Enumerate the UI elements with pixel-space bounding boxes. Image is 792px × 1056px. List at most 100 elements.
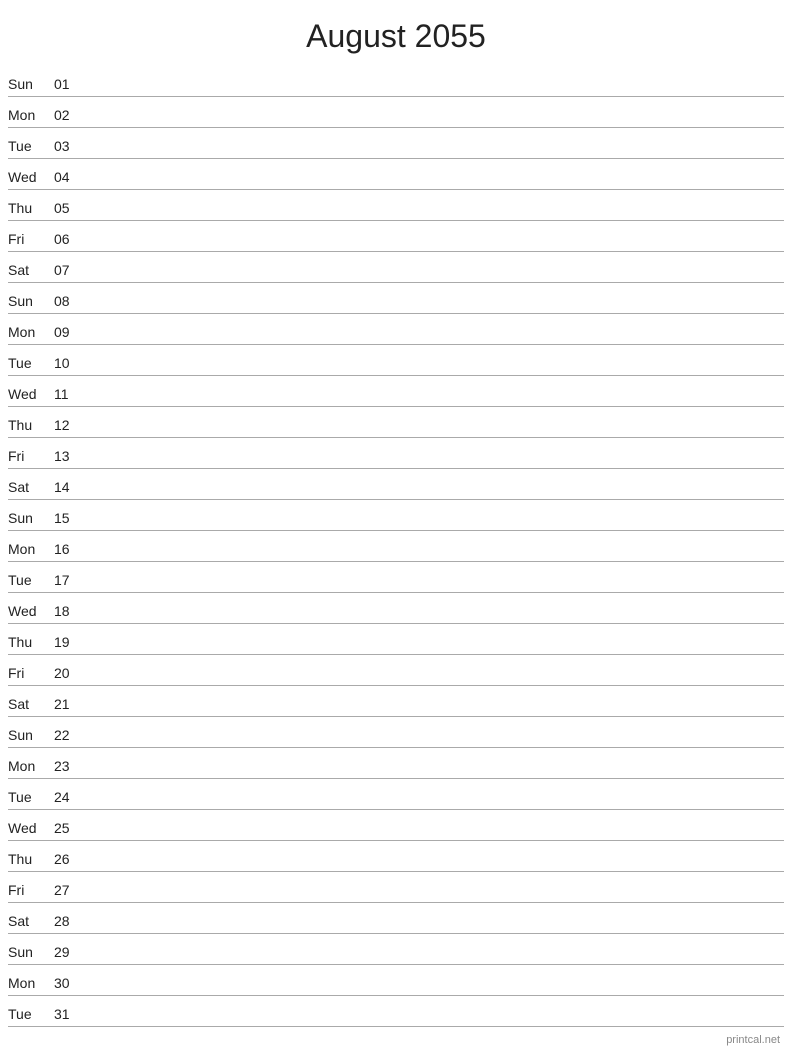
day-row: Sun29 [8,935,784,965]
day-row: Sun08 [8,284,784,314]
day-number: 06 [54,231,82,249]
day-line [82,279,784,280]
day-name: Tue [8,789,54,807]
day-number: 23 [54,758,82,776]
day-name: Wed [8,386,54,404]
day-line [82,744,784,745]
day-name: Fri [8,448,54,466]
day-name: Mon [8,324,54,342]
day-line [82,93,784,94]
day-name: Sun [8,293,54,311]
day-number: 05 [54,200,82,218]
day-line [82,496,784,497]
day-number: 15 [54,510,82,528]
day-row: Tue03 [8,129,784,159]
day-row: Sun15 [8,501,784,531]
day-name: Sat [8,913,54,931]
day-name: Fri [8,665,54,683]
day-line [82,868,784,869]
day-number: 28 [54,913,82,931]
day-number: 26 [54,851,82,869]
day-line [82,992,784,993]
day-row: Sat07 [8,253,784,283]
day-name: Tue [8,572,54,590]
day-row: Mon09 [8,315,784,345]
day-row: Thu26 [8,842,784,872]
day-number: 17 [54,572,82,590]
day-row: Wed18 [8,594,784,624]
day-line [82,589,784,590]
day-number: 21 [54,696,82,714]
day-number: 01 [54,76,82,94]
day-number: 02 [54,107,82,125]
day-row: Wed25 [8,811,784,841]
day-number: 10 [54,355,82,373]
day-line [82,217,784,218]
day-row: Wed11 [8,377,784,407]
day-row: Tue31 [8,997,784,1027]
day-line [82,806,784,807]
day-row: Thu19 [8,625,784,655]
day-name: Tue [8,138,54,156]
day-row: Sat21 [8,687,784,717]
day-number: 25 [54,820,82,838]
day-line [82,527,784,528]
day-number: 12 [54,417,82,435]
day-number: 16 [54,541,82,559]
day-line [82,155,784,156]
day-number: 29 [54,944,82,962]
day-row: Fri13 [8,439,784,469]
day-line [82,682,784,683]
day-name: Wed [8,603,54,621]
day-name: Sat [8,696,54,714]
day-line [82,651,784,652]
day-name: Sun [8,944,54,962]
day-line [82,961,784,962]
day-line [82,248,784,249]
day-row: Tue10 [8,346,784,376]
day-row: Mon02 [8,98,784,128]
day-name: Wed [8,820,54,838]
day-line [82,186,784,187]
day-line [82,1023,784,1024]
calendar-list: Sun01Mon02Tue03Wed04Thu05Fri06Sat07Sun08… [0,67,792,1027]
day-name: Mon [8,975,54,993]
day-line [82,310,784,311]
day-line [82,372,784,373]
day-name: Thu [8,634,54,652]
day-number: 22 [54,727,82,745]
day-name: Tue [8,355,54,373]
day-row: Sun01 [8,67,784,97]
day-name: Sat [8,262,54,280]
day-number: 31 [54,1006,82,1024]
day-line [82,713,784,714]
day-row: Thu05 [8,191,784,221]
day-row: Mon23 [8,749,784,779]
day-name: Wed [8,169,54,187]
day-line [82,341,784,342]
day-number: 04 [54,169,82,187]
day-number: 09 [54,324,82,342]
day-line [82,775,784,776]
day-name: Mon [8,758,54,776]
day-name: Thu [8,417,54,435]
day-row: Fri06 [8,222,784,252]
day-number: 24 [54,789,82,807]
day-line [82,620,784,621]
day-number: 20 [54,665,82,683]
page-title: August 2055 [0,0,792,67]
day-row: Wed04 [8,160,784,190]
day-line [82,899,784,900]
day-number: 27 [54,882,82,900]
day-row: Fri27 [8,873,784,903]
day-line [82,434,784,435]
day-row: Fri20 [8,656,784,686]
day-name: Tue [8,1006,54,1024]
day-number: 14 [54,479,82,497]
day-row: Sat28 [8,904,784,934]
day-number: 11 [54,386,82,404]
day-name: Mon [8,541,54,559]
day-row: Sun22 [8,718,784,748]
day-name: Thu [8,851,54,869]
day-row: Sat14 [8,470,784,500]
